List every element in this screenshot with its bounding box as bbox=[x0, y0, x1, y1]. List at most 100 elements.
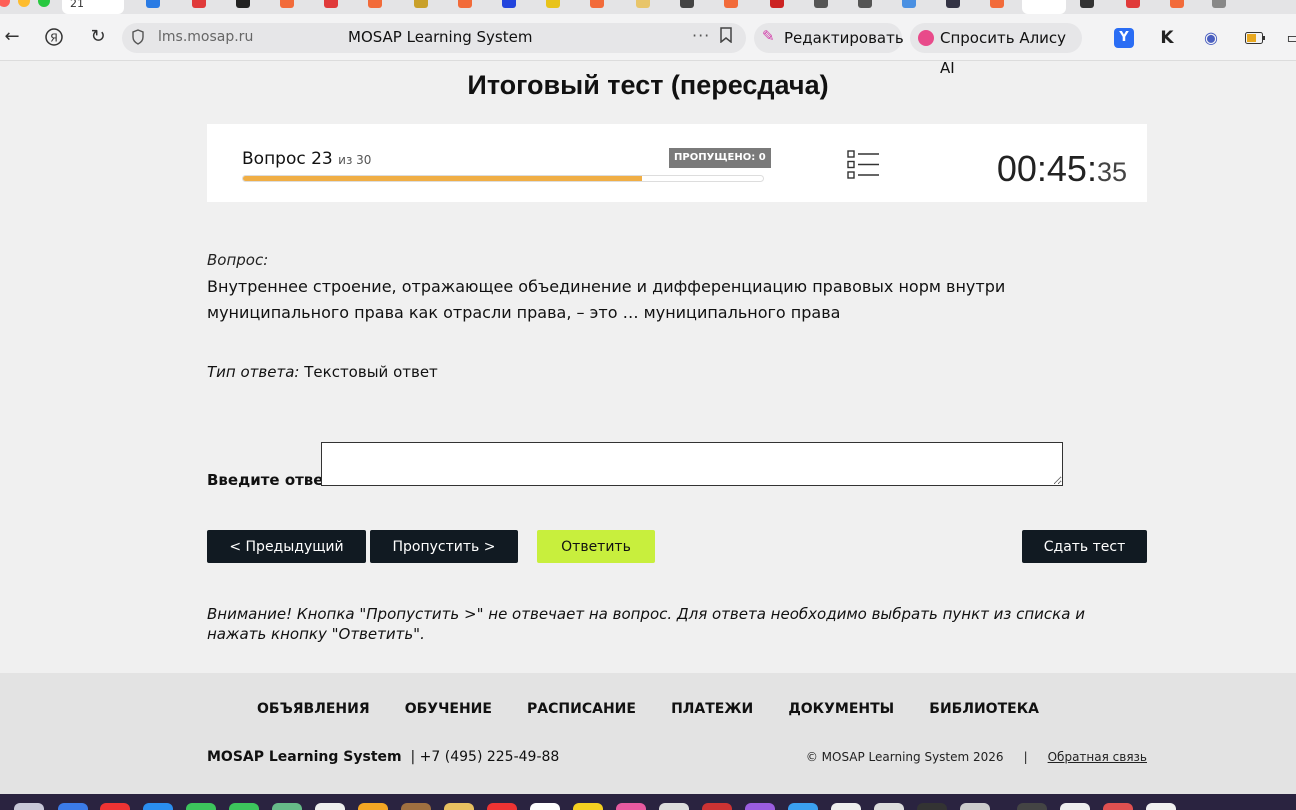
close-window-icon[interactable] bbox=[0, 0, 10, 7]
question-list-icon[interactable] bbox=[847, 150, 881, 180]
footer-phone: | +7 (495) 225-49-88 bbox=[410, 749, 560, 765]
minimize-window-icon[interactable] bbox=[18, 0, 30, 7]
dock-app-icon[interactable] bbox=[186, 803, 216, 810]
tab-favicon[interactable] bbox=[1126, 0, 1140, 8]
ask-alice-button[interactable]: Спросить Алису AI bbox=[910, 23, 1082, 77]
timer: 00:45:35 bbox=[997, 148, 1127, 190]
pinned-tab[interactable] bbox=[1022, 0, 1066, 14]
tab-favicon[interactable] bbox=[458, 0, 472, 8]
dock-app-icon[interactable] bbox=[1017, 803, 1047, 810]
tab-favicon[interactable] bbox=[146, 0, 160, 8]
tab-favicon[interactable] bbox=[414, 0, 428, 8]
skip-button[interactable]: Пропустить > bbox=[370, 530, 518, 563]
footer-nav-library[interactable]: БИБЛИОТЕКА bbox=[929, 701, 1039, 717]
tab-favicon[interactable] bbox=[902, 0, 916, 8]
dock-app-icon[interactable] bbox=[401, 803, 431, 810]
dock-app-icon[interactable] bbox=[315, 803, 345, 810]
answer-input[interactable] bbox=[321, 442, 1063, 486]
question-number: Вопрос 23 bbox=[242, 149, 333, 169]
footer-nav-payments[interactable]: ПЛАТЕЖИ bbox=[671, 701, 753, 717]
dock-app-icon[interactable] bbox=[917, 803, 947, 810]
battery-icon[interactable] bbox=[1245, 28, 1265, 48]
extension-icon[interactable]: ◉ bbox=[1201, 28, 1221, 48]
yandex-home-icon[interactable]: Я bbox=[42, 25, 66, 54]
more-dots-icon[interactable]: ··· bbox=[692, 26, 710, 45]
tab-favicon[interactable] bbox=[724, 0, 738, 8]
dock-app-icon[interactable] bbox=[745, 803, 775, 810]
dock-app-icon[interactable] bbox=[143, 803, 173, 810]
tab-favicon[interactable] bbox=[502, 0, 516, 8]
address-host[interactable]: lms.mosap.ru bbox=[158, 29, 253, 45]
active-tab[interactable]: 21 bbox=[62, 0, 124, 14]
tab-favicon[interactable] bbox=[236, 0, 250, 8]
question-total: из 30 bbox=[338, 153, 372, 167]
tab-favicon[interactable] bbox=[1080, 0, 1094, 8]
tab-favicon[interactable] bbox=[192, 0, 206, 8]
address-bar[interactable]: lms.mosap.ru MOSAP Learning System ··· bbox=[122, 23, 746, 53]
dock-app-icon[interactable] bbox=[702, 803, 732, 810]
dock-app-icon[interactable] bbox=[487, 803, 517, 810]
tab-favicon[interactable] bbox=[946, 0, 960, 8]
footer-brand: MOSAP Learning System | +7 (495) 225-49-… bbox=[207, 749, 559, 765]
bookmark-icon[interactable] bbox=[720, 27, 732, 47]
tab-favicon[interactable] bbox=[680, 0, 694, 8]
tab-favicon[interactable] bbox=[1170, 0, 1184, 8]
dock-app-icon[interactable] bbox=[358, 803, 388, 810]
dock-app-icon[interactable] bbox=[58, 803, 88, 810]
address-page-title[interactable]: MOSAP Learning System bbox=[348, 28, 532, 46]
menu-icon[interactable]: ▭ bbox=[1284, 28, 1296, 48]
dock-app-icon[interactable] bbox=[616, 803, 646, 810]
dock-app-icon[interactable] bbox=[14, 803, 44, 810]
reload-icon[interactable]: ↻ bbox=[86, 25, 110, 49]
edit-button-label: Редактировать bbox=[784, 29, 904, 47]
svg-text:Я: Я bbox=[50, 32, 58, 45]
previous-button[interactable]: < Предыдущий bbox=[207, 530, 366, 563]
answer-button[interactable]: Ответить bbox=[537, 530, 655, 563]
dock-app-icon[interactable] bbox=[1103, 803, 1133, 810]
yandex-extension-icon[interactable]: Y bbox=[1114, 28, 1134, 48]
footer-separator: | bbox=[1023, 750, 1028, 764]
dock-app-icon[interactable] bbox=[659, 803, 689, 810]
question-counter: Вопрос 23 из 30 bbox=[242, 149, 371, 169]
feedback-link[interactable]: Обратная связь bbox=[1048, 750, 1147, 764]
dock-app-icon[interactable] bbox=[788, 803, 818, 810]
submit-test-button[interactable]: Сдать тест bbox=[1022, 530, 1147, 563]
dock-app-icon[interactable] bbox=[444, 803, 474, 810]
dock-app-icon[interactable] bbox=[530, 803, 560, 810]
question-text: Внутреннее строение, отражающее объедине… bbox=[207, 277, 1006, 322]
dock-app-icon[interactable] bbox=[1060, 803, 1090, 810]
shield-icon[interactable] bbox=[132, 29, 144, 49]
tab-favicon[interactable] bbox=[590, 0, 604, 8]
footer-nav-schedule[interactable]: РАСПИСАНИЕ bbox=[527, 701, 636, 717]
tab-favicon[interactable] bbox=[280, 0, 294, 8]
dock-app-icon[interactable] bbox=[874, 803, 904, 810]
tab-favicon[interactable] bbox=[546, 0, 560, 8]
dock-app-icon[interactable] bbox=[573, 803, 603, 810]
footer-nav-documents[interactable]: ДОКУМЕНТЫ bbox=[788, 701, 894, 717]
answer-type: Тип ответа: Текстовый ответ bbox=[207, 363, 438, 381]
dock-app-icon[interactable] bbox=[960, 803, 990, 810]
browser-tab-strip: 21 bbox=[0, 0, 1296, 14]
edit-button[interactable]: ✎ Редактировать bbox=[754, 23, 904, 53]
footer-nav-announcements[interactable]: ОБЪЯВЛЕНИЯ bbox=[257, 701, 370, 717]
answer-input-label: Введите ответ: bbox=[207, 471, 339, 489]
skipped-badge: ПРОПУЩЕНО: 0 bbox=[669, 148, 771, 168]
k-extension-icon[interactable]: K bbox=[1157, 28, 1177, 48]
tab-favicon[interactable] bbox=[858, 0, 872, 8]
tab-favicon[interactable] bbox=[368, 0, 382, 8]
tab-favicon[interactable] bbox=[636, 0, 650, 8]
dock-app-icon[interactable] bbox=[100, 803, 130, 810]
dock-app-icon[interactable] bbox=[229, 803, 259, 810]
tab-favicon[interactable] bbox=[770, 0, 784, 8]
footer-nav-learning[interactable]: ОБУЧЕНИЕ bbox=[405, 701, 492, 717]
tab-favicon[interactable] bbox=[324, 0, 338, 8]
macos-dock bbox=[0, 794, 1296, 810]
dock-app-icon[interactable] bbox=[831, 803, 861, 810]
dock-app-icon[interactable] bbox=[272, 803, 302, 810]
maximize-window-icon[interactable] bbox=[38, 0, 50, 7]
dock-app-icon[interactable] bbox=[1146, 803, 1176, 810]
tab-favicon[interactable] bbox=[990, 0, 1004, 8]
tab-favicon[interactable] bbox=[814, 0, 828, 8]
back-icon[interactable]: ← bbox=[0, 25, 24, 49]
tab-favicon[interactable] bbox=[1212, 0, 1226, 8]
